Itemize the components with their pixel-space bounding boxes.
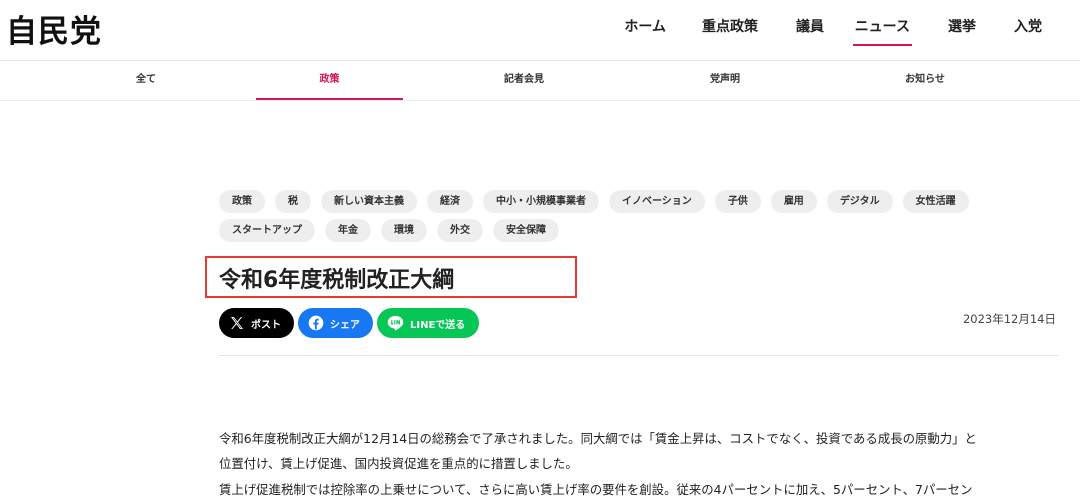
article-paragraph: 賃上げ促進税制では控除率の上乗せについて、さらに高い賃上げ率の要件を創設。従来の… bbox=[219, 482, 973, 497]
nav-elections[interactable]: 選挙 bbox=[948, 16, 976, 36]
tag-item[interactable]: 税 bbox=[275, 190, 311, 213]
tag-item[interactable]: 安全保障 bbox=[493, 219, 559, 242]
tag-row-1: 政策 税 新しい資本主義 経済 中小・小規模事業者 イノベーション 子供 雇用 … bbox=[219, 190, 969, 213]
nav-members[interactable]: 議員 bbox=[796, 16, 824, 36]
article-paragraph: 位置付け、賃上げ促進、国内投資促進を重点的に措置しました。 bbox=[219, 456, 578, 471]
tab-policy[interactable]: 政策 bbox=[256, 61, 403, 101]
article-paragraph: 令和6年度税制改正大綱が12月14日の総務会で了承されました。同大綱では「賃金上… bbox=[219, 431, 977, 446]
line-logo-icon bbox=[387, 315, 404, 331]
tag-item[interactable]: 政策 bbox=[219, 190, 265, 213]
tab-party-statement[interactable]: 党声明 bbox=[665, 61, 785, 101]
share-x-label: ポスト bbox=[251, 319, 281, 331]
nav-home[interactable]: ホーム bbox=[624, 16, 666, 36]
tab-all[interactable]: 全て bbox=[86, 61, 206, 101]
site-logo[interactable]: 自民党 bbox=[6, 6, 102, 51]
nav-key-policies[interactable]: 重点政策 bbox=[702, 16, 758, 36]
tag-item[interactable]: 外交 bbox=[437, 219, 483, 242]
publish-date: 2023年12月14日 bbox=[962, 312, 1056, 326]
tag-item[interactable]: 年金 bbox=[325, 219, 371, 242]
share-line-label: LINEで送る bbox=[410, 319, 466, 331]
share-facebook-button[interactable]: シェア bbox=[298, 308, 373, 338]
tag-item[interactable]: 雇用 bbox=[770, 190, 817, 213]
site-header: 自民党 ホーム 重点政策 議員 ニュース 選挙 入党 bbox=[0, 0, 1080, 61]
tag-row-2: スタートアップ 年金 環境 外交 安全保障 bbox=[219, 219, 559, 242]
tag-item[interactable]: デジタル bbox=[826, 190, 893, 213]
nav-join[interactable]: 入党 bbox=[1014, 16, 1042, 36]
tag-item[interactable]: 経済 bbox=[427, 190, 473, 213]
facebook-logo-icon bbox=[308, 315, 324, 331]
article-title: 令和6年度税制改正大綱 bbox=[219, 268, 455, 293]
tag-item[interactable]: 新しい資本主義 bbox=[321, 190, 417, 213]
x-logo-icon bbox=[231, 317, 243, 329]
nav-news[interactable]: ニュース bbox=[852, 16, 913, 46]
tag-item[interactable]: 環境 bbox=[381, 219, 427, 242]
tag-item[interactable]: 子供 bbox=[714, 190, 761, 213]
tab-notices[interactable]: お知らせ bbox=[865, 61, 985, 101]
tag-item[interactable]: 中小・小規模事業者 bbox=[483, 190, 599, 213]
share-facebook-label: シェア bbox=[330, 319, 360, 331]
tab-press-conference[interactable]: 記者会見 bbox=[464, 61, 584, 101]
share-x-button[interactable]: ポスト bbox=[219, 308, 294, 338]
tag-item[interactable]: イノベーション bbox=[609, 190, 705, 213]
category-subnav: 全て 政策 記者会見 党声明 お知らせ bbox=[0, 61, 1080, 101]
share-line-button[interactable]: LINEで送る bbox=[377, 308, 479, 338]
divider bbox=[219, 355, 1058, 356]
tag-item[interactable]: 女性活躍 bbox=[902, 190, 969, 213]
tag-item[interactable]: スタートアップ bbox=[219, 219, 315, 242]
